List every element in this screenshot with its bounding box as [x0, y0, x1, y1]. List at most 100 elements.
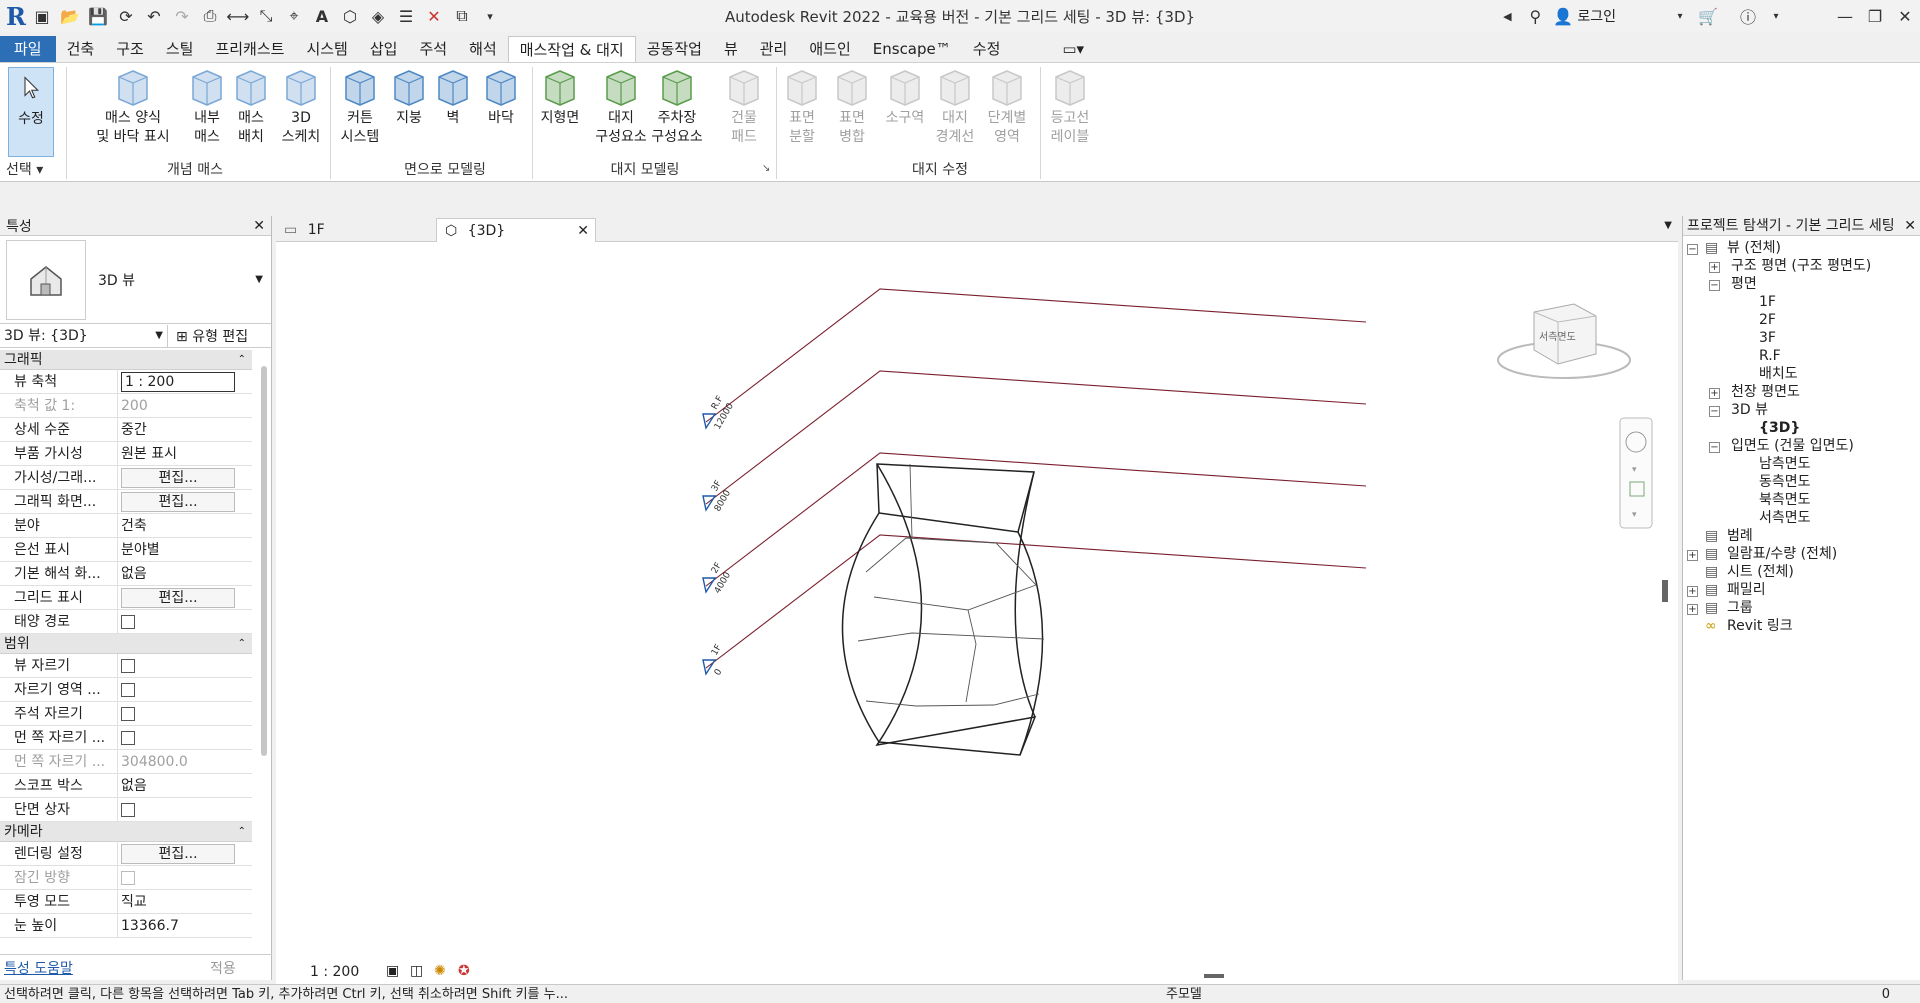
- expand-icon[interactable]: +: [1709, 262, 1720, 273]
- navigation-bar[interactable]: ▾ ▾: [1619, 417, 1653, 529]
- tab-12[interactable]: 관리: [749, 36, 799, 62]
- horizontal-scroll-indicator[interactable]: [1204, 974, 1224, 978]
- modify-button[interactable]: 수정: [8, 67, 54, 157]
- property-checkbox[interactable]: [121, 731, 135, 745]
- default-3d-view-icon[interactable]: ⬡: [338, 4, 362, 28]
- close-button[interactable]: ✕: [1890, 7, 1920, 26]
- properties-section[interactable]: 범위 ⌃: [0, 634, 252, 654]
- tab-0[interactable]: 파일: [0, 36, 56, 62]
- edit-type-button[interactable]: ⊞ 유형 편집: [168, 326, 248, 346]
- close-hidden-windows-icon[interactable]: ✕: [422, 4, 446, 28]
- property-value-cell[interactable]: 1 : 200: [118, 370, 252, 393]
- collapse-icon[interactable]: ⌃: [238, 634, 246, 654]
- edit-button[interactable]: 편집...: [121, 588, 235, 608]
- browser-node[interactable]: 구조 평면 (구조 평면도): [1731, 256, 1871, 276]
- sync-icon[interactable]: ⟳: [114, 4, 138, 28]
- ribbon-tool-conceptual-1[interactable]: 내부 매스: [184, 67, 230, 147]
- level-line[interactable]: [705, 370, 1367, 505]
- browser-node[interactable]: 동측면도: [1759, 472, 1811, 492]
- property-checkbox[interactable]: [121, 615, 135, 629]
- property-value-cell[interactable]: 분야별: [118, 538, 252, 561]
- ribbon-tool-conceptual-2[interactable]: 매스 배치: [228, 67, 274, 147]
- property-value[interactable]: 분야별: [121, 542, 160, 558]
- ribbon-tool-faces-3[interactable]: 바닥: [476, 67, 526, 128]
- browser-node[interactable]: 2F: [1759, 310, 1776, 330]
- user-icon[interactable]: 👤: [1551, 4, 1575, 28]
- browser-node[interactable]: 3F: [1759, 328, 1776, 348]
- ribbon-minimize-toggle-icon[interactable]: ▭▾: [1051, 36, 1095, 62]
- chevron-down-icon[interactable]: ▼: [255, 274, 263, 285]
- level-line[interactable]: [705, 288, 1367, 423]
- properties-section[interactable]: 카메라 ⌃: [0, 822, 252, 842]
- thin-lines-icon[interactable]: ☰: [394, 4, 418, 28]
- property-value-cell[interactable]: [118, 610, 252, 633]
- ribbon-tool-site-2[interactable]: 주차장 구성요소: [646, 67, 708, 147]
- ribbon-tool-conceptual-3[interactable]: 3D 스케치: [278, 67, 324, 147]
- property-input[interactable]: 1 : 200: [121, 372, 235, 392]
- ribbon-tool-site-0[interactable]: 지형면: [536, 67, 584, 128]
- browser-node[interactable]: 1F: [1759, 292, 1776, 312]
- ribbon-tool-faces-1[interactable]: 지붕: [386, 67, 432, 128]
- ribbon-tool-modify_site-0[interactable]: 표면 분할: [780, 67, 824, 147]
- property-value-cell[interactable]: 편집...: [118, 490, 252, 513]
- print-icon[interactable]: ⎙: [198, 4, 222, 28]
- property-value[interactable]: 13366.7: [121, 918, 179, 934]
- tab-1[interactable]: 건축: [56, 36, 106, 62]
- ribbon-tool-faces-2[interactable]: 벽: [430, 67, 476, 128]
- save-icon[interactable]: 💾: [86, 4, 110, 28]
- tab-7[interactable]: 주석: [408, 36, 458, 62]
- property-value-cell[interactable]: 200: [118, 394, 252, 417]
- browser-node[interactable]: R.F: [1759, 346, 1781, 366]
- ribbon-tool-modify_site-5[interactable]: 등고선 레이블: [1042, 67, 1098, 147]
- sun-path-icon[interactable]: ✺: [434, 963, 446, 979]
- ribbon-tool-modify_site-2[interactable]: 소구역: [880, 67, 930, 128]
- property-checkbox[interactable]: [121, 803, 135, 817]
- browser-node[interactable]: 입면도 (건물 입면도): [1731, 436, 1854, 456]
- collapse-icon[interactable]: −: [1687, 244, 1698, 255]
- property-value-cell[interactable]: [118, 726, 252, 749]
- ribbon-tool-modify_site-1[interactable]: 표면 병합: [830, 67, 874, 147]
- infocenter-arrow-icon[interactable]: ◀: [1495, 4, 1519, 28]
- property-value-cell[interactable]: 편집...: [118, 586, 252, 609]
- expand-icon[interactable]: +: [1687, 550, 1698, 561]
- property-value-cell[interactable]: 건축: [118, 514, 252, 537]
- expand-icon[interactable]: +: [1687, 586, 1698, 597]
- property-value-cell[interactable]: 편집...: [118, 466, 252, 489]
- browser-node[interactable]: 시트 (전체): [1727, 562, 1794, 582]
- customize-toolbar-icon[interactable]: ▾: [478, 4, 502, 28]
- property-value[interactable]: 중간: [121, 422, 147, 438]
- viewcube[interactable]: 서측면도: [1497, 303, 1631, 379]
- restore-button[interactable]: ❐: [1860, 7, 1890, 26]
- collapse-icon[interactable]: −: [1709, 280, 1720, 291]
- tab-14[interactable]: Enscape™: [862, 36, 962, 62]
- close-icon[interactable]: ✕: [577, 219, 589, 243]
- view-instance-select[interactable]: 3D 뷰: {3D} ▼: [0, 324, 168, 347]
- property-checkbox[interactable]: [121, 707, 135, 721]
- minimize-button[interactable]: —: [1830, 7, 1860, 26]
- expand-icon[interactable]: +: [1709, 388, 1720, 399]
- tab-4[interactable]: 프리캐스트: [204, 36, 295, 62]
- type-selector[interactable]: 3D 뷰 ▼: [0, 236, 271, 324]
- properties-scrollbar[interactable]: [261, 366, 267, 756]
- tab-15[interactable]: 수정: [962, 36, 1012, 62]
- open-icon[interactable]: 📂: [58, 4, 82, 28]
- browser-node[interactable]: 일람표/수량 (전체): [1727, 544, 1837, 564]
- expand-icon[interactable]: +: [1687, 604, 1698, 615]
- tab-8[interactable]: 해석: [458, 36, 508, 62]
- property-value-cell[interactable]: [118, 702, 252, 725]
- property-checkbox[interactable]: [121, 659, 135, 673]
- properties-help-link[interactable]: 특성 도움말: [4, 958, 154, 978]
- measure-icon[interactable]: ⟷: [226, 4, 250, 28]
- switch-windows-icon[interactable]: ⧉: [450, 4, 474, 28]
- tab-6[interactable]: 삽입: [359, 36, 409, 62]
- dialog-launcher-icon[interactable]: ↘: [762, 163, 770, 174]
- collapse-icon[interactable]: −: [1709, 406, 1720, 417]
- close-icon[interactable]: ✕: [253, 218, 265, 234]
- main-model-selector[interactable]: 주모델: [1166, 985, 1202, 1003]
- browser-node[interactable]: 3D 뷰: [1731, 400, 1768, 420]
- login-dropdown-icon[interactable]: ▾: [1668, 4, 1692, 28]
- property-value-cell[interactable]: 편집...: [118, 842, 252, 865]
- property-value-cell[interactable]: [118, 866, 252, 889]
- section-icon[interactable]: ◈: [366, 4, 390, 28]
- edit-button[interactable]: 편집...: [121, 468, 235, 488]
